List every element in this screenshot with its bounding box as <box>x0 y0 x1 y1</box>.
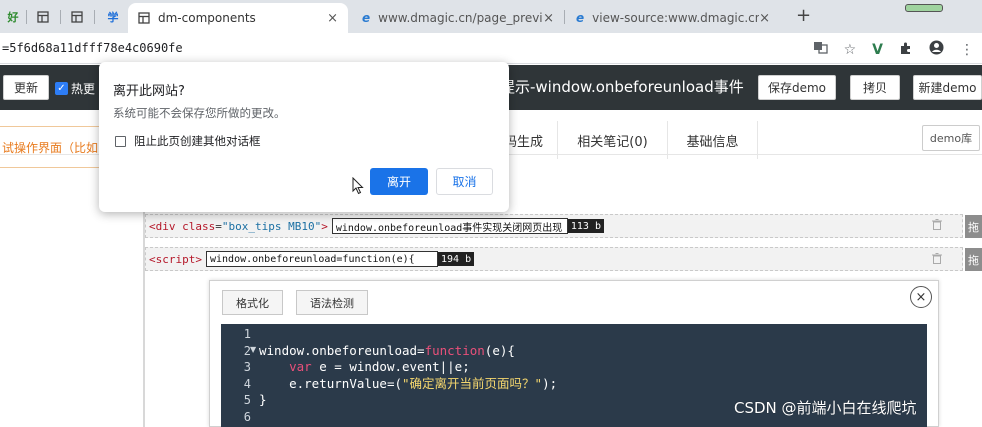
battery-icon <box>905 4 943 12</box>
demo-library-button[interactable]: demo库 <box>922 125 980 151</box>
code-line-5: } <box>259 392 267 407</box>
csdn-watermark: CSDN @前端小白在线爬坑 <box>734 399 917 417</box>
tab-related-notes[interactable]: 相关笔记(0) <box>558 121 668 159</box>
new-demo-button[interactable]: 新建demo <box>913 75 982 100</box>
pinned-tab-3[interactable] <box>64 6 90 28</box>
mouse-cursor-icon <box>352 177 364 195</box>
lint-button[interactable]: 语法检测 <box>296 290 368 315</box>
window-icon <box>37 11 49 23</box>
line-number: 5 <box>243 393 251 407</box>
div-content-input[interactable]: window.onbeforeunload事件实现关闭网页出现 <box>331 218 568 234</box>
window-controls <box>905 4 943 18</box>
translate-icon[interactable] <box>813 40 828 59</box>
line-number: 1 <box>243 327 251 341</box>
hot-update-label: 热更 <box>71 82 96 96</box>
close-tab-icon[interactable]: × <box>543 11 554 26</box>
size-badge: 194 b <box>437 252 475 266</box>
address-bar: =5f6d68a11dfff78e4c0690fe ☆ V ⋮ <box>0 33 982 64</box>
line-number: 4 <box>243 376 251 391</box>
code-line-3: var e = window.event||e; <box>289 359 470 374</box>
browser-toolbar: ☆ V ⋮ <box>813 40 974 59</box>
check-icon: ✓ <box>55 82 68 95</box>
tab-basic-info[interactable]: 基础信息 <box>668 121 758 159</box>
attr-name: class <box>182 219 216 233</box>
window-icon <box>71 11 83 23</box>
tab-view-source[interactable]: e view-source:www.dmagic.cn/p × <box>568 3 778 33</box>
tab-dm-components[interactable]: dm-components × <box>128 3 348 33</box>
operation-tip: 试操作界面（比如 <box>0 126 100 168</box>
code-line-4: e.returnValue=("确定离开当前页面吗？"); <box>289 375 558 391</box>
size-badge: 113 b <box>567 219 604 233</box>
code-line-2: window.onbeforeunload=function(e){ <box>259 342 515 358</box>
checkbox-label: 阻止此页创建其他对话框 <box>134 134 261 148</box>
tab-separator <box>564 10 565 24</box>
trash-icon[interactable] <box>932 253 942 267</box>
tab-separator <box>26 10 27 24</box>
drag-handle[interactable]: 拖 <box>965 215 982 238</box>
div-code-row[interactable]: <div class = "box_tips MB10" > window.onb… <box>145 214 963 238</box>
tab-title: view-source:www.dmagic.cn/p <box>592 11 760 25</box>
bookmark-label: 好 <box>7 11 19 24</box>
window-icon <box>138 12 150 24</box>
ie-icon: e <box>576 11 585 25</box>
save-demo-button[interactable]: 保存demo <box>758 75 836 100</box>
tab-title: www.dmagic.cn/page_preview <box>378 11 544 25</box>
update-button[interactable]: 更新 <box>3 75 49 100</box>
close-tab-icon[interactable]: × <box>759 11 770 26</box>
code-lines: window.onbeforeunload=function(e){ var e… <box>259 326 557 425</box>
menu-icon[interactable]: ⋮ <box>960 42 974 58</box>
dialog-title: 离开此网站? <box>113 84 185 99</box>
new-tab-button[interactable]: + <box>796 5 811 26</box>
app-icon: 学 <box>107 11 119 24</box>
star-icon[interactable]: ☆ <box>844 42 857 58</box>
extensions-icon[interactable] <box>899 41 913 59</box>
tag-close: > <box>321 219 328 233</box>
profile-icon[interactable] <box>929 40 944 59</box>
pinned-tab-4[interactable]: 学 <box>100 6 126 28</box>
vue-devtools-icon[interactable]: V <box>872 42 883 58</box>
script-tag: <script> <box>149 252 202 266</box>
pinned-tab-1[interactable]: 好 <box>0 6 26 28</box>
dialog-message: 系统可能不会保存您所做的更改。 <box>113 106 286 120</box>
hot-update-checkbox[interactable]: ✓ 热更 <box>55 80 95 97</box>
ie-icon: e <box>362 11 371 25</box>
line-numbers: 1 2 3 4 5 6 <box>221 326 251 425</box>
fold-arrow-icon[interactable]: ▼ <box>250 345 256 354</box>
page-title: 提示-window.onbeforeunload事件 <box>500 78 744 96</box>
leave-button[interactable]: 离开 <box>370 168 428 195</box>
trash-icon[interactable] <box>932 219 942 233</box>
tab-page-preview[interactable]: e www.dmagic.cn/page_preview × <box>354 3 562 33</box>
tag-open: <div <box>149 219 176 233</box>
attr-value: "box_tips MB10" <box>221 219 322 233</box>
cancel-button[interactable]: 取消 <box>436 168 493 195</box>
checkbox-box[interactable] <box>115 135 126 147</box>
drag-handle[interactable]: 拖 <box>965 248 982 271</box>
tab-separator <box>60 10 61 24</box>
line-number: 6 <box>243 409 251 424</box>
script-code-row[interactable]: <script> window.onbeforeunload=function(… <box>145 247 963 271</box>
tab-title: dm-components <box>158 11 256 25</box>
tab-separator <box>94 10 95 24</box>
attr-equals: = <box>215 219 222 233</box>
line-number: 2 <box>243 343 251 358</box>
tab-strip: 好 学 dm-components × e www.dmagic.cn/page… <box>0 0 982 33</box>
copy-button[interactable]: 拷贝 <box>850 75 900 100</box>
close-editor-icon[interactable]: × <box>910 286 932 308</box>
format-button[interactable]: 格式化 <box>222 290 283 315</box>
url-input[interactable]: =5f6d68a11dfff78e4c0690fe <box>0 41 183 55</box>
line-number: 3 <box>243 360 251 374</box>
script-content-input[interactable]: window.onbeforeunload=function(e){ <box>205 251 438 267</box>
pinned-tab-2[interactable] <box>30 6 56 28</box>
prevent-dialogs-checkbox[interactable]: 阻止此页创建其他对话框 <box>115 133 261 149</box>
close-tab-icon[interactable]: × <box>327 11 338 26</box>
